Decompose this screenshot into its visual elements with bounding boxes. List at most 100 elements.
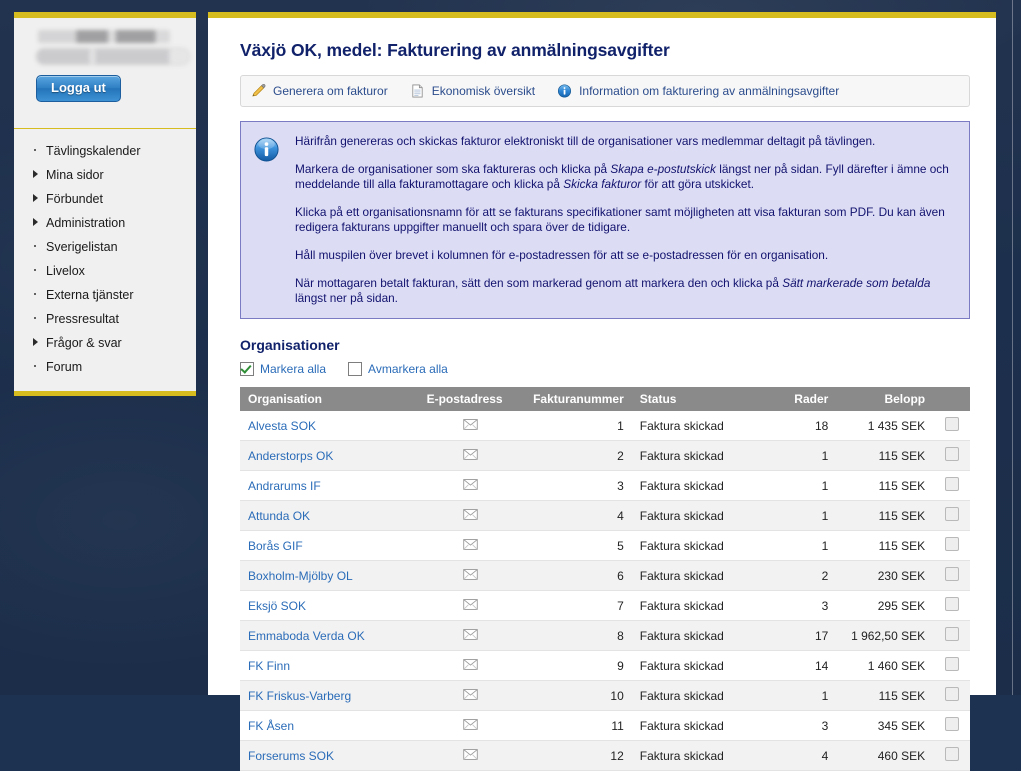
envelope-icon[interactable] (463, 538, 478, 550)
info-text-emphasis: Sätt markerade som betalda (782, 276, 931, 290)
row-checkbox[interactable] (944, 627, 959, 641)
row-checkbox[interactable] (944, 537, 959, 551)
envelope-icon[interactable] (463, 628, 478, 640)
sidebar-item-administration[interactable]: Administration (14, 211, 196, 235)
envelope-icon[interactable] (463, 568, 478, 580)
organisation-link[interactable]: Attunda OK (248, 509, 310, 523)
cell-rader: 1 (765, 680, 837, 711)
row-checkbox[interactable] (944, 507, 959, 521)
table-row[interactable]: Borås GIF 5 Faktura skickad 1 115 SEK (240, 530, 970, 561)
table-row[interactable]: Attunda OK 4 Faktura skickad 1 115 SEK (240, 500, 970, 531)
sidebar-item-forbundet[interactable]: Förbundet (14, 187, 196, 211)
row-checkbox[interactable] (944, 567, 959, 581)
organisation-link[interactable]: Borås GIF (248, 539, 303, 553)
chevron-right-icon (32, 169, 46, 181)
table-row[interactable]: FK Finn 9 Faktura skickad 14 1 460 SEK (240, 650, 970, 681)
sidebar-item-label: Forum (46, 360, 83, 374)
info-text-emphasis: Skicka fakturor (563, 177, 642, 191)
envelope-icon[interactable] (463, 508, 478, 520)
sidebar-item-fragor-svar[interactable]: Frågor & svar (14, 331, 196, 355)
cell-fakturanummer: 4 (522, 500, 632, 531)
column-header-status[interactable]: Status (631, 387, 766, 411)
table-row[interactable]: Alvesta SOK 1 Faktura skickad 18 1 435 SEK (240, 411, 970, 441)
select-all-control[interactable]: Markera alla (240, 362, 326, 376)
table-row[interactable]: Andrarums IF 3 Faktura skickad 1 115 SEK (240, 470, 970, 501)
select-all-checkbox[interactable] (240, 362, 254, 376)
sidebar-item-mina-sidor[interactable]: Mina sidor (14, 163, 196, 187)
organisation-link[interactable]: Emmaboda Verda OK (248, 629, 365, 643)
envelope-icon[interactable] (463, 658, 478, 670)
bullet-icon (32, 265, 46, 277)
envelope-icon[interactable] (463, 748, 478, 760)
cell-status: Faktura skickad (631, 710, 766, 741)
envelope-icon[interactable] (463, 478, 478, 490)
regenerate-invoices-button[interactable]: Generera om fakturor (251, 83, 388, 99)
organisation-link[interactable]: FK Friskus-Varberg (248, 689, 351, 703)
row-checkbox[interactable] (944, 597, 959, 611)
cell-epostadress (418, 650, 523, 681)
column-header-rader[interactable]: Rader (765, 387, 837, 411)
sidebar-item-label: Sverigelistan (46, 240, 118, 254)
table-row[interactable]: Anderstorps OK 2 Faktura skickad 1 115 SEK (240, 440, 970, 471)
row-checkbox[interactable] (944, 687, 959, 701)
table-row[interactable]: Forserums SOK 12 Faktura skickad 4 460 SEK (240, 740, 970, 771)
table-row[interactable]: Boxholm-Mjölby OL 6 Faktura skickad 2 230 SE… (240, 560, 970, 591)
row-checkbox[interactable] (944, 747, 959, 761)
organisation-link[interactable]: Andrarums IF (248, 479, 321, 493)
envelope-icon[interactable] (463, 688, 478, 700)
sidebar-item-forum[interactable]: Forum (14, 355, 196, 379)
table-row[interactable]: Eksjö SOK 7 Faktura skickad 3 295 SEK (240, 590, 970, 621)
deselect-all-checkbox[interactable] (348, 362, 363, 376)
table-row[interactable]: FK Åsen 11 Faktura skickad 3 345 SEK (240, 710, 970, 741)
toolbar-item-label: Information om fakturering av anmälnings… (579, 84, 840, 98)
cell-belopp: 1 460 SEK (836, 650, 934, 681)
invoicing-information-button[interactable]: Information om fakturering av anmälnings… (557, 83, 839, 99)
cell-epostadress (418, 680, 523, 711)
info-text-run: När mottagaren betalt fakturan, sätt den… (295, 276, 783, 290)
sidebar-item-pressresultat[interactable]: Pressresultat (14, 307, 196, 331)
section-title-organisationer: Organisationer (240, 337, 340, 353)
cell-select (933, 740, 970, 771)
deselect-all-control[interactable]: Avmarkera alla (348, 362, 448, 376)
logout-button[interactable]: Logga ut (36, 75, 121, 102)
chevron-right-icon (32, 217, 46, 229)
column-header-fakturanummer[interactable]: Fakturanummer (522, 387, 632, 411)
row-checkbox[interactable] (944, 717, 959, 731)
column-header-organisation[interactable]: Organisation (240, 387, 419, 411)
cell-epostadress (418, 530, 523, 561)
info-icon (557, 83, 572, 99)
organisation-link[interactable]: Alvesta SOK (248, 419, 316, 433)
sidebar-item-externa-tjanster[interactable]: Externa tjänster (14, 283, 196, 307)
organisation-link[interactable]: Eksjö SOK (248, 599, 306, 613)
sidebar-item-tavlingskalender[interactable]: Tävlingskalender (14, 139, 196, 163)
row-checkbox[interactable] (944, 477, 959, 491)
organisation-link[interactable]: FK Finn (248, 659, 290, 673)
economic-overview-button[interactable]: Ekonomisk översikt (410, 83, 535, 99)
row-checkbox[interactable] (944, 657, 959, 671)
row-checkbox[interactable] (944, 417, 959, 431)
sidebar-item-livelox[interactable]: Livelox (14, 259, 196, 283)
organisation-link[interactable]: Boxholm-Mjölby OL (248, 569, 353, 583)
organisation-link[interactable]: Anderstorps OK (248, 449, 333, 463)
row-checkbox[interactable] (944, 447, 959, 461)
organisation-link[interactable]: Forserums SOK (248, 749, 334, 763)
column-header-epostadress[interactable]: E-postadress (418, 387, 523, 411)
envelope-icon[interactable] (463, 448, 478, 460)
cell-organisation: Emmaboda Verda OK (240, 620, 419, 651)
cell-epostadress (418, 620, 523, 651)
cell-rader: 18 (765, 411, 837, 441)
column-header-belopp[interactable]: Belopp (836, 387, 934, 411)
bullet-icon (32, 361, 46, 373)
sidebar-item-sverigelistan[interactable]: Sverigelistan (14, 235, 196, 259)
deselect-all-label: Avmarkera alla (368, 362, 448, 376)
envelope-icon[interactable] (463, 418, 478, 430)
cell-status: Faktura skickad (631, 500, 766, 531)
envelope-icon[interactable] (463, 598, 478, 610)
table-row[interactable]: FK Friskus-Varberg 10 Faktura skickad 1 115 … (240, 680, 970, 711)
info-text-run: Håll muspilen över brevet i kolumnen för… (295, 248, 829, 262)
organisation-link[interactable]: FK Åsen (248, 719, 294, 733)
cell-rader: 1 (765, 500, 837, 531)
cell-rader: 2 (765, 560, 837, 591)
envelope-icon[interactable] (463, 718, 478, 730)
table-row[interactable]: Emmaboda Verda OK 8 Faktura skickad 17 1 962… (240, 620, 970, 651)
